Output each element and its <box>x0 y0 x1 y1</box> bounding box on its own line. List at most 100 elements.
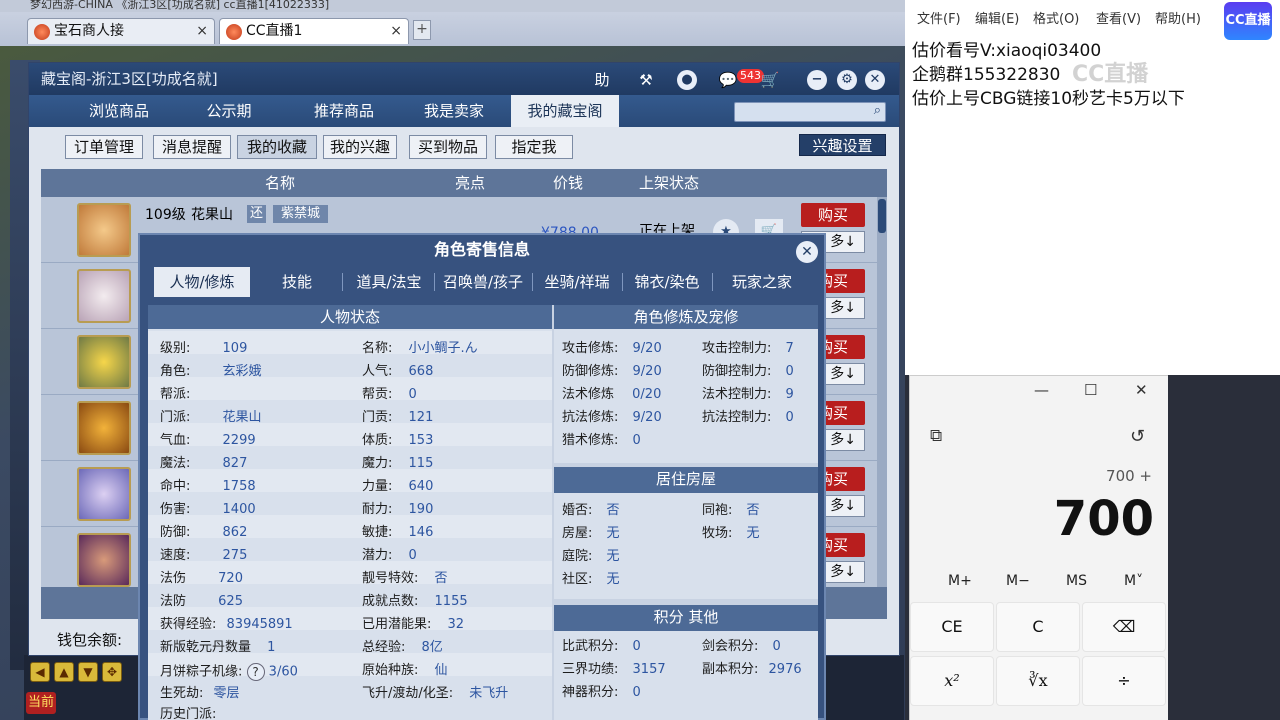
memory-list-button[interactable]: M˅ <box>1124 573 1143 589</box>
screen: 梦幻西游-CHINA 《浙江3区[功成名就] cc直播1[41022333] 宝… <box>0 0 1280 720</box>
tab-character[interactable]: 人物/修炼 <box>154 267 250 297</box>
house-married: 婚否: 否 <box>562 503 620 518</box>
tab-home[interactable]: 玩家之家 <box>714 267 810 297</box>
close-icon[interactable]: ✕ <box>865 70 885 90</box>
stat-speed: 速度: 275 <box>160 548 248 563</box>
record-icon[interactable]: ● <box>677 70 697 90</box>
stat-agility: 敏捷: 146 <box>362 525 434 540</box>
help-button[interactable]: 助 <box>591 70 613 90</box>
memory-store-button[interactable]: MS <box>1066 573 1087 589</box>
tab-outfits[interactable]: 锦衣/染色 <box>624 267 710 297</box>
interest-settings-button[interactable]: 兴趣设置 <box>799 134 886 156</box>
game-icon <box>226 24 242 40</box>
browser-tab-cc[interactable]: CC直播1 × <box>219 18 409 44</box>
history-icon[interactable]: ↺ <box>1130 426 1145 447</box>
ctrl-magic: 法术控制力: 9 <box>702 387 794 402</box>
tab-my-cbg[interactable]: 我的藏宝阁 <box>511 95 619 127</box>
backspace-button[interactable]: ⌫ <box>1082 602 1166 652</box>
notepad-line-2[interactable]: 企鹅群155322830 <box>912 60 1060 85</box>
cultivation-panel-title: 角色修炼及宠修 <box>554 305 818 329</box>
tab-recommend[interactable]: 推荐商品 <box>289 95 399 127</box>
house-comrade: 同袍: 否 <box>702 503 760 518</box>
square-button[interactable]: x² <box>910 656 994 706</box>
memory-subtract-button[interactable]: M− <box>1006 573 1030 589</box>
minimize-icon[interactable]: − <box>807 70 827 90</box>
wallet-label: 钱包余额: <box>57 631 123 649</box>
hammer-icon[interactable]: ⚒ <box>635 70 657 90</box>
new-tab-button[interactable]: + <box>413 20 431 40</box>
stat-qianyuan: 新版乾元丹数量 1 <box>160 640 276 655</box>
avatar <box>77 467 131 521</box>
score-artifact: 神器积分: 0 <box>562 685 641 700</box>
cart-icon[interactable]: 🛒 <box>759 70 781 90</box>
stat-hit: 命中: 1758 <box>160 479 256 494</box>
cultivation-panel: 角色修炼及宠修 攻击修炼: 9/20 防御修炼: 9/20 法术修炼 0/20 … <box>554 305 818 463</box>
move-icon[interactable]: ✥ <box>102 662 122 682</box>
tab-public[interactable]: 公示期 <box>179 95 279 127</box>
list-header: 名称 亮点 价钱 上架状态 <box>41 169 887 197</box>
cult-defense: 防御修炼: 9/20 <box>562 364 662 379</box>
stat-guild-contrib: 帮贡: 0 <box>362 387 417 402</box>
avatar <box>77 269 131 323</box>
tab-summons[interactable]: 召唤兽/孩子 <box>436 267 530 297</box>
house-ranch: 牧场: 无 <box>702 526 760 541</box>
menu-file[interactable]: 文件(F) <box>917 8 961 27</box>
arrow-up-icon[interactable]: ▲ <box>54 662 74 682</box>
stat-magic-defense: 法防 625 <box>160 594 243 609</box>
close-icon[interactable]: × <box>390 19 402 43</box>
stat-ascension: 飞升/渡劫/化圣: 未飞升 <box>362 686 509 701</box>
search-icon[interactable]: ⌕ <box>874 103 881 118</box>
browser-tab-gem[interactable]: 宝石商人接 × <box>27 18 215 44</box>
tab-mounts[interactable]: 坐骑/祥瑞 <box>534 267 620 297</box>
clear-entry-button[interactable]: CE <box>910 602 994 652</box>
buy-button[interactable]: 购买 <box>801 203 865 227</box>
close-icon[interactable]: × <box>196 19 208 43</box>
tab-browse[interactable]: 浏览商品 <box>59 95 179 127</box>
question-icon[interactable]: ? <box>246 663 265 681</box>
bought-items-button[interactable]: 买到物品 <box>409 135 487 159</box>
close-icon[interactable]: ✕ <box>1135 381 1148 399</box>
menu-view[interactable]: 查看(V) <box>1096 8 1141 27</box>
minimize-icon[interactable]: — <box>1034 381 1049 399</box>
role-info-dialog: 角色寄售信息 ✕ 人物/修炼 技能 道具/法宝 召唤兽/孩子 坐骑/祥瑞 锦衣/… <box>138 233 826 720</box>
current-channel-button[interactable]: 当前 <box>26 692 56 714</box>
score-pvp: 比武积分: 0 <box>562 639 641 654</box>
stat-role: 角色: 玄彩娥 <box>160 364 262 379</box>
ctrl-resist: 抗法控制力: 0 <box>702 410 794 425</box>
search-input[interactable]: ⌕ <box>734 102 886 122</box>
tab-skills[interactable]: 技能 <box>252 267 342 297</box>
my-favorites-button[interactable]: 我的收藏 <box>237 135 317 159</box>
avatar <box>77 203 131 257</box>
stat-mp: 魔法: 827 <box>160 456 248 471</box>
order-manage-button[interactable]: 订单管理 <box>65 135 143 159</box>
cult-magic: 法术修炼 0/20 <box>562 387 662 402</box>
divide-button[interactable]: ÷ <box>1082 656 1166 706</box>
menu-edit[interactable]: 编辑(E) <box>975 8 1019 27</box>
menu-format[interactable]: 格式(O) <box>1033 8 1079 27</box>
calculator-window: — ☐ ✕ ⧉ ↺ 700 + 700 M+ M− MS M˅ CE C ⌫ x… <box>909 375 1168 720</box>
cube-root-button[interactable]: ∛x <box>996 656 1080 706</box>
chat-icon[interactable]: 💬 <box>717 70 739 90</box>
arrow-left-icon[interactable]: ◀ <box>30 662 50 682</box>
maximize-icon[interactable]: ☐ <box>1084 381 1097 399</box>
scrollbar-thumb[interactable] <box>878 199 886 233</box>
menu-help[interactable]: 帮助(H) <box>1155 8 1201 27</box>
my-interest-button[interactable]: 我的兴趣 <box>323 135 397 159</box>
tab-divider <box>434 273 435 291</box>
assigned-me-button[interactable]: 指定我 <box>495 135 573 159</box>
clear-button[interactable]: C <box>996 602 1080 652</box>
tab-items[interactable]: 道具/法宝 <box>344 267 434 297</box>
list-scrollbar[interactable] <box>877 197 887 587</box>
memory-add-button[interactable]: M+ <box>948 573 972 589</box>
tab-seller[interactable]: 我是卖家 <box>399 95 509 127</box>
status-panel-title: 人物状态 <box>148 305 552 329</box>
stat-exp-gained: 获得经验: 83945891 <box>160 617 293 632</box>
tab-divider <box>532 273 533 291</box>
gear-icon[interactable]: ⚙ <box>837 70 857 90</box>
stat-vanity-effect: 靓号特效: 否 <box>362 571 448 586</box>
keep-on-top-icon[interactable]: ⧉ <box>930 426 942 446</box>
message-remind-button[interactable]: 消息提醒 <box>153 135 231 159</box>
arrow-down-icon[interactable]: ▼ <box>78 662 98 682</box>
stat-school: 门派: 花果山 <box>160 410 262 425</box>
close-icon[interactable]: ✕ <box>796 241 818 263</box>
